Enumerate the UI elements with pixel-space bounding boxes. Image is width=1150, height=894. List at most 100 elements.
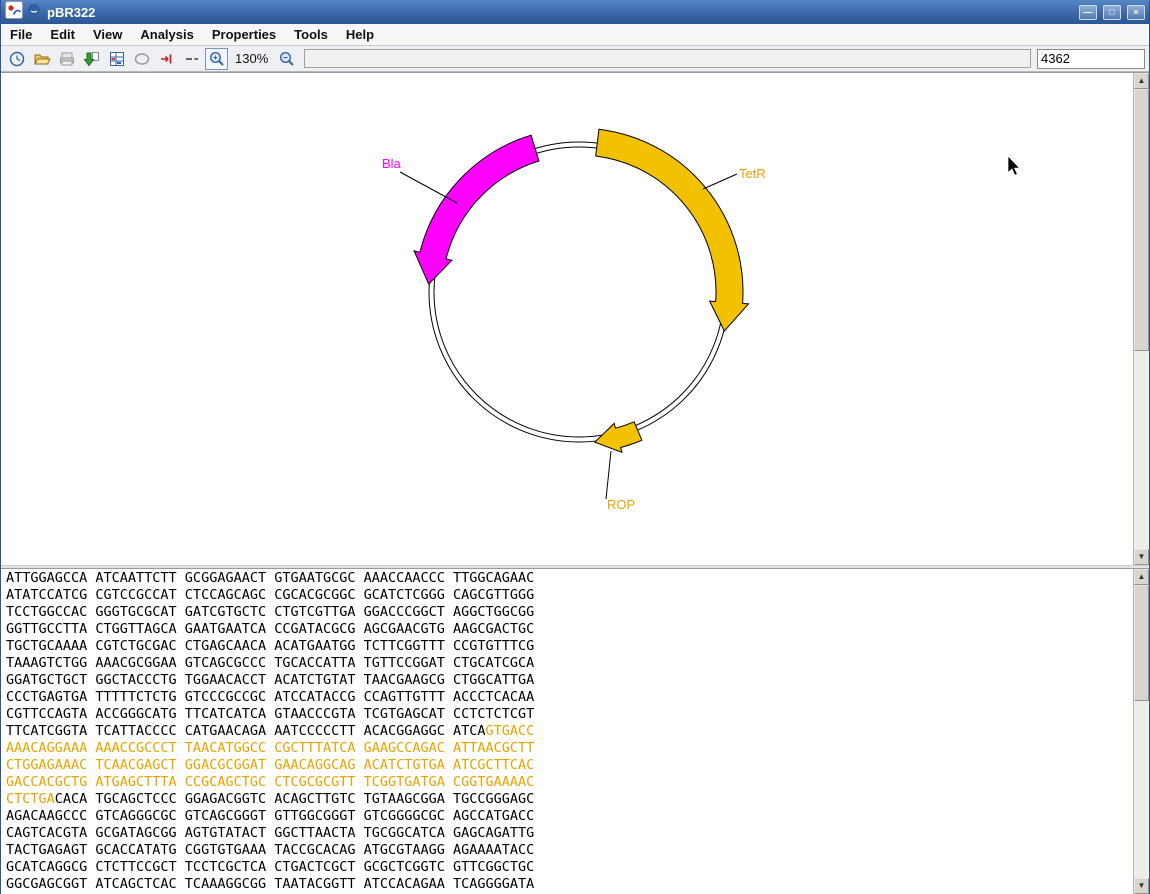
sequence-line[interactable]: TTCATCGGTA TCATTACCCC CATGAACAGA AATCCCC… bbox=[6, 723, 1133, 740]
window-title: pBR322 bbox=[47, 5, 1073, 20]
menu-file[interactable]: File bbox=[1, 25, 41, 44]
sequence-segment: TCCTGGCCAC GGGTGCGCAT GATCGTGCTC CTGTCGT… bbox=[6, 604, 534, 620]
sequence-segment: CCCTGAGTGA TTTTTCTCTG GTCCCGCCGC ATCCATA… bbox=[6, 689, 534, 705]
feature-label-bla[interactable]: Bla bbox=[382, 156, 402, 171]
open-folder-icon bbox=[33, 50, 51, 68]
sequence-line[interactable]: TACTGAGAGT GCACCATATG CGGTGTGAAA TACCGCA… bbox=[6, 842, 1133, 859]
sequence-segment: TAAAGTCTGG AAACGCGGAA GTCAGCGCCC TGCACCA… bbox=[6, 655, 534, 671]
sequence-panel: ATTGGAGCCA ATCAATTCTT GCGGAGAACT GTGAATG… bbox=[1, 568, 1149, 894]
sequence-segment: TTCATCGGTA TCATTACCCC CATGAACAGA AATCCCC… bbox=[6, 723, 486, 739]
menu-view[interactable]: View bbox=[84, 25, 131, 44]
sequence-text: ATTGGAGCCA ATCAATTCTT GCGGAGAACT GTGAATG… bbox=[1, 569, 1133, 894]
sequence-segment-highlighted: CTCTGA bbox=[6, 791, 55, 807]
clock-icon-button[interactable] bbox=[5, 48, 28, 70]
map-scroll-up-button[interactable]: ▲ bbox=[1134, 73, 1149, 89]
sequence-line[interactable]: ATATCCATCG CGTCCGCCAT CTCCAGCAGC CGCACGC… bbox=[6, 587, 1133, 604]
sequence-segment-highlighted: GTGACC bbox=[486, 723, 535, 739]
sequence-segment: AGACAAGCCC GTCAGGGCGC GTCAGCGGGT GTTGGCG… bbox=[6, 808, 534, 824]
sequence-line[interactable]: TAAAGTCTGG AAACGCGGAA GTCAGCGCCC TGCACCA… bbox=[6, 655, 1133, 672]
open-file-button[interactable] bbox=[30, 48, 53, 70]
feature-arrow-bla[interactable] bbox=[414, 135, 539, 284]
circular-view-icon bbox=[133, 50, 151, 68]
menu-properties[interactable]: Properties bbox=[203, 25, 285, 44]
menu-tools[interactable]: Tools bbox=[285, 25, 337, 44]
sequence-scroll-down-button[interactable]: ▼ bbox=[1134, 878, 1149, 894]
sequence-segment: CGTTCCAGTA ACCGGGCATG TTCATCATCA GTAACCC… bbox=[6, 706, 534, 722]
plasmid-map[interactable]: Bla TetR ROP bbox=[1, 73, 1135, 565]
java-icon bbox=[27, 3, 41, 22]
titlebar[interactable]: pBR322 — □ × bbox=[1, 0, 1149, 24]
circular-view-button[interactable] bbox=[130, 48, 153, 70]
feature-pointer-line-bla bbox=[400, 172, 457, 203]
sequence-line[interactable]: GCATCAGGCG CTCTTCCGCT TCCTCGCTCA CTGACTC… bbox=[6, 859, 1133, 876]
mouse-cursor bbox=[1008, 156, 1020, 175]
sequence-line[interactable]: CGTTCCAGTA ACCGGGCATG TTCATCATCA GTAACCC… bbox=[6, 706, 1133, 723]
sequence-line[interactable]: GGATGCTGCT GGCTACCCTG TGGAACACCT ACATCTG… bbox=[6, 672, 1133, 689]
sequence-segment: GCATCAGGCG CTCTTCCGCT TCCTCGCTCA CTGACTC… bbox=[6, 859, 534, 875]
feature-pointer-line-tetr bbox=[703, 174, 737, 189]
sequence-length-field[interactable] bbox=[1037, 49, 1145, 69]
map-scroll-down-button[interactable]: ▼ bbox=[1134, 549, 1149, 565]
zoom-in-button[interactable] bbox=[205, 48, 228, 70]
map-scrollbar[interactable]: ▲ ▼ bbox=[1133, 73, 1149, 565]
feature-label-tetr[interactable]: TetR bbox=[739, 166, 766, 181]
sequence-line[interactable]: AGACAAGCCC GTCAGGGCGC GTCAGCGGGT GTTGGCG… bbox=[6, 808, 1133, 825]
feature-label-rop[interactable]: ROP bbox=[607, 497, 635, 512]
toolbar: 130% bbox=[1, 46, 1149, 72]
export-button[interactable] bbox=[80, 48, 103, 70]
sequence-line[interactable]: GGTTGCCTTA CTGGTTAGCA GAATGAATCA CCGATAC… bbox=[6, 621, 1133, 638]
maximize-button[interactable]: □ bbox=[1103, 5, 1121, 20]
sequence-line[interactable]: CCCTGAGTGA TTTTTCTCTG GTCCCGCCGC ATCCATA… bbox=[6, 689, 1133, 706]
export-icon bbox=[83, 50, 101, 68]
sequence-segment: GGCGAGCGGT ATCAGCTCAC TCAAAGGCGG TAATACG… bbox=[6, 876, 534, 892]
sequence-line[interactable]: ATTGGAGCCA ATCAATTCTT GCGGAGAACT GTGAATG… bbox=[6, 570, 1133, 587]
minimize-button[interactable]: — bbox=[1079, 5, 1097, 20]
menubar: File Edit View Analysis Properties Tools… bbox=[1, 24, 1149, 46]
orf-table-button[interactable] bbox=[105, 48, 128, 70]
sequence-segment: ATTGGAGCCA ATCAATTCTT GCGGAGAACT GTGAATG… bbox=[6, 570, 534, 586]
sequence-line[interactable]: GGCGAGCGGT ATCAGCTCAC TCAAAGGCGG TAATACG… bbox=[6, 876, 1133, 893]
goto-arrow-icon bbox=[158, 50, 176, 68]
menu-edit[interactable]: Edit bbox=[41, 25, 84, 44]
sequence-scrollbar-thumb[interactable] bbox=[1134, 585, 1149, 701]
sequence-scrollbar[interactable]: ▲ ▼ bbox=[1133, 569, 1149, 894]
sequence-line[interactable]: AAACAGGAAA AAACCGCCCT TAACATGGCC CGCTTTA… bbox=[6, 740, 1133, 757]
sequence-line[interactable]: GACCACGCTG ATGAGCTTTA CCGCAGCTGC CTCGCGC… bbox=[6, 774, 1133, 791]
sequence-segment: GGTTGCCTTA CTGGTTAGCA GAATGAATCA CCGATAC… bbox=[6, 621, 534, 637]
print-button[interactable] bbox=[55, 48, 78, 70]
feature-pointer-line-rop bbox=[606, 451, 611, 499]
menu-analysis[interactable]: Analysis bbox=[131, 25, 202, 44]
menu-help[interactable]: Help bbox=[337, 25, 383, 44]
feature-arrow-tetr[interactable] bbox=[596, 129, 749, 331]
orf-table-icon bbox=[108, 50, 126, 68]
sequence-line[interactable]: TCCTGGCCAC GGGTGCGCAT GATCGTGCTC CTGTCGT… bbox=[6, 604, 1133, 621]
close-button[interactable]: × bbox=[1127, 5, 1145, 20]
sequence-segment: ATATCCATCG CGTCCGCCAT CTCCAGCAGC CGCACGC… bbox=[6, 587, 534, 603]
print-icon bbox=[58, 50, 76, 68]
sequence-segment: GGATGCTGCT GGCTACCCTG TGGAACACCT ACATCTG… bbox=[6, 672, 534, 688]
app-icon bbox=[5, 1, 23, 24]
zoom-in-icon bbox=[208, 50, 226, 68]
zoom-out-icon bbox=[278, 50, 296, 68]
map-scrollbar-thumb[interactable] bbox=[1134, 89, 1149, 351]
zoom-level-label: 130% bbox=[230, 51, 273, 66]
linear-view-button[interactable] bbox=[180, 48, 203, 70]
plasmid-map-panel: Bla TetR ROP ▲ ▼ bbox=[1, 72, 1149, 565]
sequence-line[interactable]: CTGGAGAAAC TCAACGAGCT GGACGCGGAT GAACAGG… bbox=[6, 757, 1133, 774]
sequence-scroll-up-button[interactable]: ▲ bbox=[1134, 569, 1149, 585]
sequence-line[interactable]: CTCTGACACA TGCAGCTCCC GGAGACGGTC ACAGCTT… bbox=[6, 791, 1133, 808]
sequence-segment: TACTGAGAGT GCACCATATG CGGTGTGAAA TACCGCA… bbox=[6, 842, 534, 858]
sequence-segment: CACA TGCAGCTCCC GGAGACGGTC ACAGCTTGTC TG… bbox=[55, 791, 535, 807]
sequence-segment-highlighted: CTGGAGAAAC TCAACGAGCT GGACGCGGAT GAACAGG… bbox=[6, 757, 534, 773]
app-window: pBR322 — □ × File Edit View Analysis Pro… bbox=[0, 0, 1150, 894]
zoom-out-button[interactable] bbox=[275, 48, 298, 70]
sequence-line[interactable]: TGCTGCAAAA CGTCTGCGAC CTGAGCAACA ACATGAA… bbox=[6, 638, 1133, 655]
goto-position-button[interactable] bbox=[155, 48, 178, 70]
sequence-line[interactable]: CAGTCACGTA GCGATAGCGG AGTGTATACT GGCTTAA… bbox=[6, 825, 1133, 842]
sequence-segment: TGCTGCAAAA CGTCTGCGAC CTGAGCAACA ACATGAA… bbox=[6, 638, 534, 654]
linear-view-icon bbox=[183, 50, 201, 68]
feature-arrow-rop[interactable] bbox=[595, 422, 642, 453]
toolbar-text-field[interactable] bbox=[304, 49, 1031, 68]
sequence-segment-highlighted: AAACAGGAAA AAACCGCCCT TAACATGGCC CGCTTTA… bbox=[6, 740, 534, 756]
clock-icon bbox=[8, 50, 26, 68]
